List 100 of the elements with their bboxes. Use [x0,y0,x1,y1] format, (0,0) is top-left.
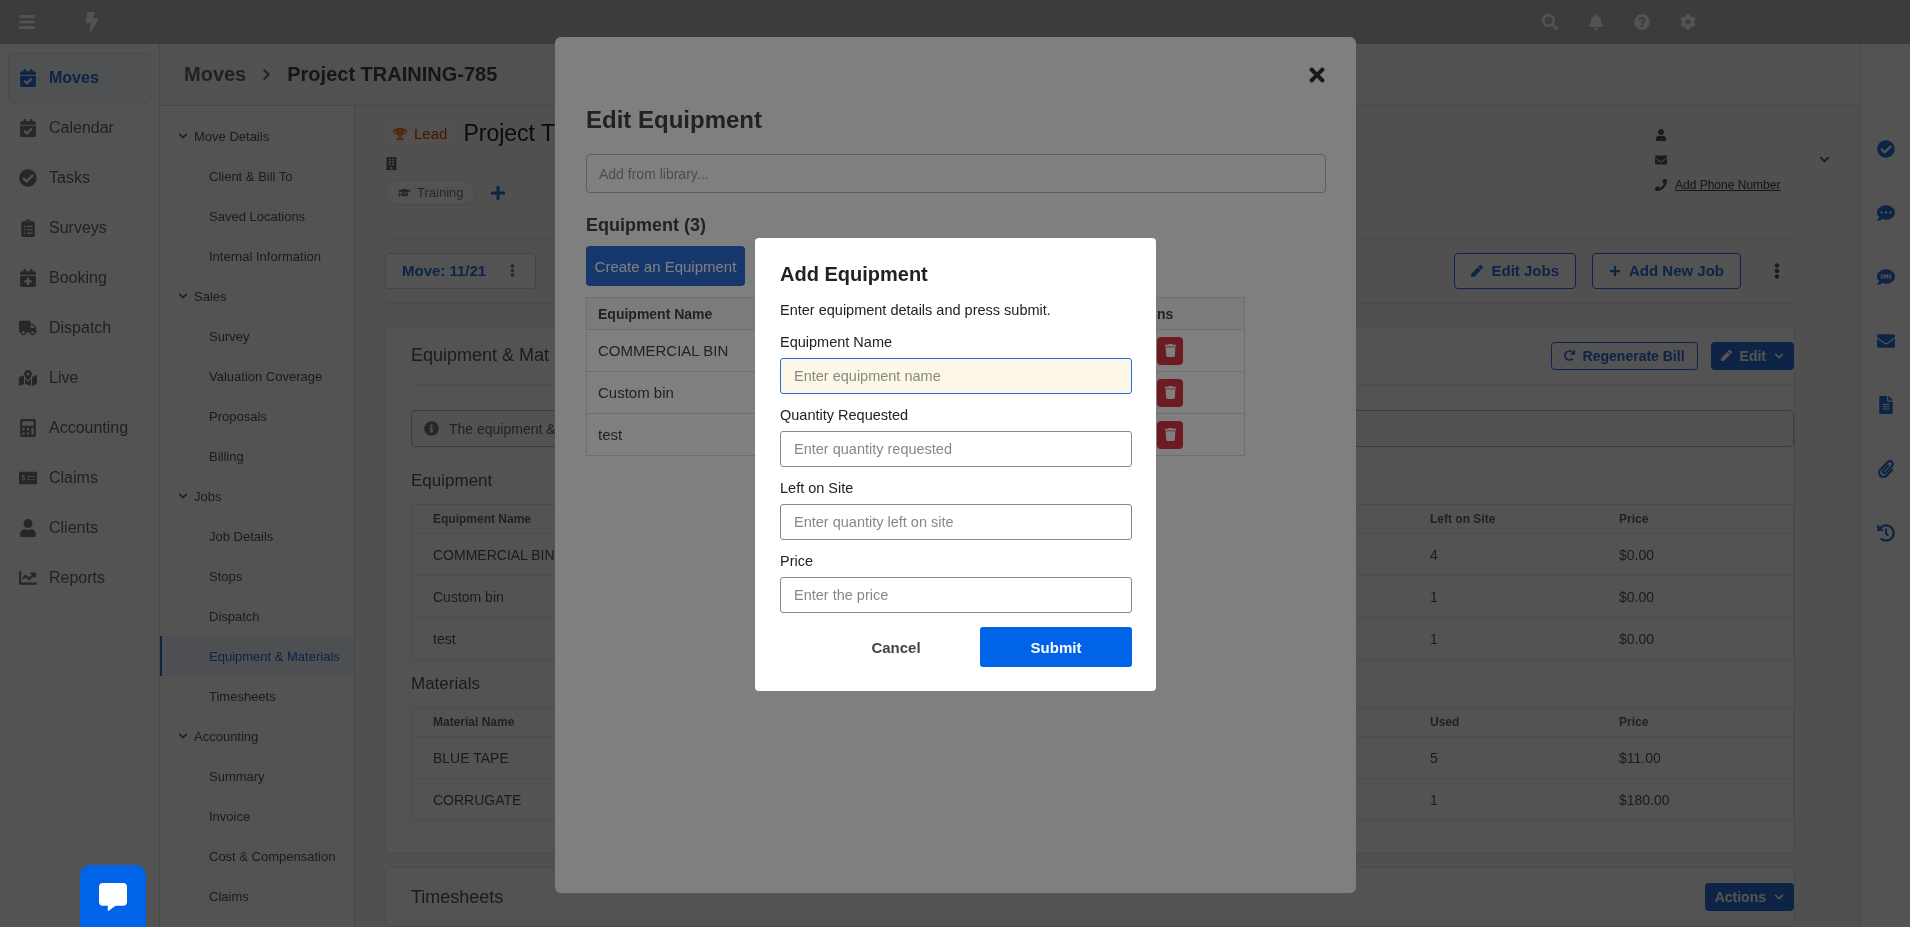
list-title: Equipment (3) [586,215,707,235]
table-cell-text: COMMERCIAL BIN [432,546,556,563]
person-icon [19,519,37,537]
pencil-icon [1720,350,1732,361]
move-tab[interactable]: Move: 11/21 [385,252,537,289]
subnav-item[interactable]: Billing [160,436,354,476]
table-cell-text: $0.00 [1618,546,1656,563]
table-cell-text: Custom bin [432,588,505,605]
phone-icon [1655,178,1667,191]
chevron-down-icon [178,731,188,741]
trash-icon [1163,428,1177,441]
input-field[interactable]: Enter quantity requested [780,431,1132,467]
table-cell-text: test [432,630,457,647]
sms-icon[interactable] [1876,268,1895,286]
table-cell-text: BLUE TAPE [432,749,510,766]
trash-icon [1163,386,1177,399]
subnav-section[interactable]: Jobs [160,476,354,516]
subnav-item[interactable]: Stops [160,556,354,596]
column-header: ns [1156,305,1174,322]
history-icon[interactable] [1876,524,1895,542]
submit-button[interactable]: Submit [980,627,1132,667]
refresh-icon [1563,350,1575,361]
nav-item[interactable]: Moves [8,53,151,103]
plus-icon[interactable] [490,184,507,201]
section-title: Equipment & Mat [411,345,550,366]
pencil-icon [1471,264,1484,277]
plus-icon [1609,264,1621,277]
document-icon[interactable] [1876,396,1895,414]
input-field[interactable]: Enter quantity left on site [780,504,1132,540]
table-cell-text: $0.00 [1618,588,1656,605]
add-job-button[interactable]: Add New Job [1592,252,1741,289]
cancel-button[interactable]: Cancel [820,627,972,667]
dialog-title: Edit Equipment [586,105,763,135]
table-cell-text: $180.00 [1618,791,1671,808]
table-heading: Materials [411,674,480,694]
regenerate-button[interactable]: Regenerate Bill [1550,341,1698,370]
column-header: Equipment Name [597,305,713,322]
table-cell-text: COMMERCIAL BIN [597,342,729,359]
graduation-cap-icon [398,186,411,199]
caret-icon [1774,892,1784,902]
speech-bubble-icon [99,883,127,911]
paperclip-icon[interactable] [1876,460,1895,478]
envelope-icon[interactable] [1876,332,1895,350]
table-cell-text: 1 [1429,630,1439,647]
trophy-icon [393,126,407,141]
chat-button[interactable] [80,865,146,927]
chevron-down-icon [178,131,188,141]
delete-button[interactable] [1157,378,1183,407]
comment-icon[interactable] [1876,204,1895,222]
subnav-item[interactable]: Summary [160,756,354,796]
subnav-item[interactable]: Valuation Coverage [160,356,354,396]
input-field[interactable]: Enter equipment name [780,358,1132,394]
map-icon [19,369,37,387]
subnav-item[interactable]: Saved Locations [160,196,354,236]
trash-icon [1163,344,1177,357]
building-icon [385,157,398,170]
breadcrumb-current: Project TRAINING-785 [287,63,498,86]
calendar-plus-icon [19,269,37,287]
dialog-title: Add Equipment [780,262,929,286]
project-title: Project T [463,120,555,147]
table-cell-text: Custom bin [597,384,674,401]
table-cell-text: test [597,426,623,443]
check-card-icon [19,469,37,487]
create-equipment-button[interactable]: Create an Equipment [586,246,745,286]
add-phone-link[interactable]: Add Phone Number [1675,177,1781,192]
subnav-item[interactable]: Timesheets [160,676,354,716]
clipboard-icon [19,219,37,237]
subnav-item[interactable]: Client & Bill To [160,156,354,196]
subnav-item[interactable]: Dispatch [160,596,354,636]
subnav-item[interactable]: Equipment & Materials [160,636,354,676]
subnav-item[interactable]: Proposals [160,396,354,436]
actions-button[interactable]: Actions [1704,883,1794,911]
dialog-description: Enter equipment details and press submit. [780,301,1052,320]
table-cell-text: 5 [1429,749,1439,766]
subnav-item[interactable]: Job Details [160,516,354,556]
table-cell-text: $11.00 [1618,749,1662,766]
edit-jobs-button[interactable]: Edit Jobs [1454,252,1576,289]
field-label: Equipment Name [780,333,894,352]
subnav-item[interactable]: Survey [160,316,354,356]
section-title: Timesheets [411,886,504,908]
truck-icon [19,319,37,337]
subnav-section[interactable]: Accounting [160,716,354,756]
calculator-icon [19,419,37,437]
subnav-item[interactable]: Cost & Compensation [160,836,354,876]
delete-button[interactable] [1157,420,1183,449]
input-field[interactable]: Enter the price [780,577,1132,613]
envelope-icon [1655,153,1667,166]
delete-button[interactable] [1157,336,1183,365]
chevron-down-icon[interactable] [1819,154,1830,165]
table-cell-text: 1 [1429,588,1439,605]
subnav-item[interactable]: Claims [160,876,354,916]
chevron-down-icon [178,491,188,501]
subnav-section[interactable]: Move Details [160,116,354,156]
subnav-item[interactable]: Internal Information [160,236,354,276]
chevron-down-icon [178,291,188,301]
edit-dropdown-button[interactable]: Edit [1710,341,1794,370]
table-heading: Equipment [411,471,493,491]
caret-icon [1774,350,1784,361]
subnav-section[interactable]: Sales [160,276,354,316]
subnav-item[interactable]: Invoice [160,796,354,836]
